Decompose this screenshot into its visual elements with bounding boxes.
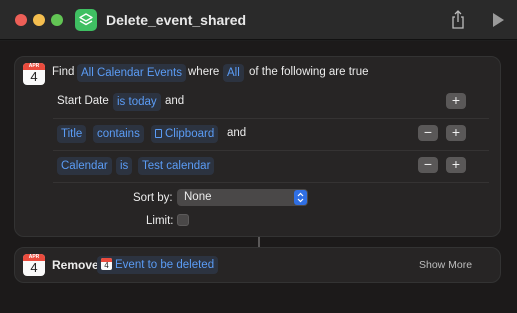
- calendar-icon: APR 4: [23, 254, 45, 276]
- clipboard-variable-label: Clipboard: [165, 128, 215, 140]
- entity-token[interactable]: All Calendar Events: [77, 64, 186, 82]
- window-title: Delete_event_shared: [106, 12, 247, 28]
- find-label: Find: [52, 66, 75, 78]
- add-filter-button[interactable]: +: [446, 157, 466, 173]
- divider: [53, 118, 489, 119]
- filter-field-start-date[interactable]: Start Date: [57, 95, 109, 107]
- close-window-button[interactable]: [15, 14, 27, 26]
- calendar-icon: 4: [101, 258, 112, 270]
- filter-value-token[interactable]: Test calendar: [138, 157, 215, 175]
- filter-operator-token[interactable]: is today: [113, 93, 161, 111]
- minimize-window-button[interactable]: [33, 14, 45, 26]
- remove-filter-button[interactable]: −: [418, 125, 438, 141]
- sort-by-value: None: [184, 191, 212, 203]
- sort-by-popup[interactable]: None: [177, 189, 308, 206]
- find-calendar-events-action[interactable]: APR 4 Find All Calendar Events where All…: [14, 56, 501, 237]
- divider: [53, 182, 489, 183]
- limit-label: Limit:: [146, 215, 174, 227]
- play-icon[interactable]: [491, 12, 505, 28]
- conjunction-label: and: [227, 127, 247, 139]
- chevron-up-down-icon: [294, 190, 307, 205]
- calendar-icon: APR 4: [23, 63, 45, 85]
- show-more-button[interactable]: Show More: [419, 259, 472, 271]
- filter-operator-token[interactable]: contains: [93, 125, 144, 143]
- limit-checkbox[interactable]: [177, 214, 189, 226]
- clipboard-icon: [155, 129, 162, 138]
- sort-by-label: Sort by:: [133, 192, 173, 204]
- add-filter-button[interactable]: +: [446, 125, 466, 141]
- title-bar: Delete_event_shared: [0, 0, 517, 40]
- share-icon[interactable]: [450, 10, 466, 30]
- divider: [53, 150, 489, 151]
- conjunction-label: and: [165, 95, 185, 107]
- where-label: where: [188, 66, 220, 78]
- add-filter-button[interactable]: +: [446, 93, 466, 109]
- remove-filter-button[interactable]: −: [418, 157, 438, 173]
- remove-label: Remove: [52, 258, 99, 272]
- event-variable-token[interactable]: 4 Event to be deleted: [97, 256, 219, 274]
- condition-tail-label: of the following are true: [249, 66, 369, 78]
- clipboard-variable-token[interactable]: Clipboard: [151, 125, 219, 143]
- shortcuts-icon: [75, 9, 97, 31]
- quantifier-token[interactable]: All: [223, 64, 244, 82]
- filter-field-token[interactable]: Calendar: [57, 157, 112, 175]
- zoom-window-button[interactable]: [51, 14, 63, 26]
- filter-field-token[interactable]: Title: [57, 125, 87, 143]
- action-connector: [258, 237, 260, 247]
- filter-operator-token[interactable]: is: [116, 157, 133, 175]
- event-variable-label: Event to be deleted: [115, 259, 215, 271]
- remove-calendar-events-action[interactable]: APR 4 Remove 4 Event to be deleted Show M…: [14, 247, 501, 283]
